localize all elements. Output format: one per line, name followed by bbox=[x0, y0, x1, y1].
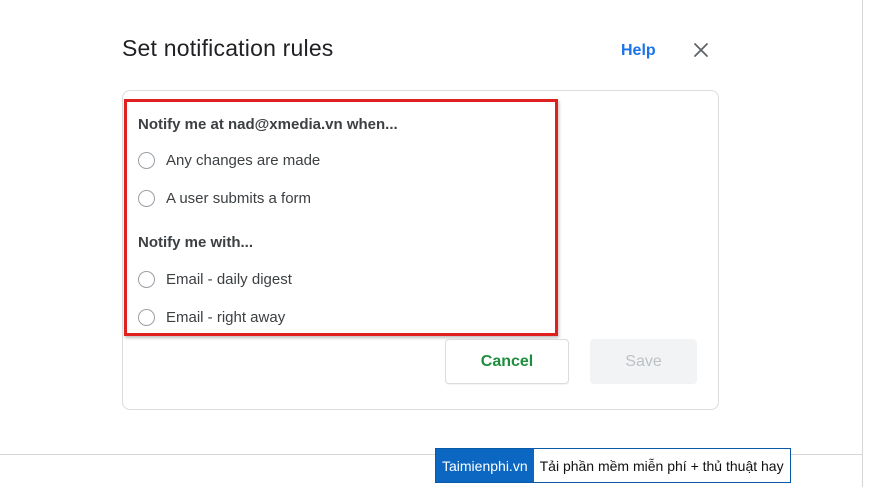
watermark-banner: Taimienphi.vn Tải phần mềm miễn phí + th… bbox=[435, 448, 791, 483]
option-form-submit[interactable]: A user submits a form bbox=[138, 187, 311, 209]
notification-rules-dialog: Set notification rules Help Notify me at… bbox=[0, 0, 870, 487]
option-any-changes[interactable]: Any changes are made bbox=[138, 149, 320, 171]
help-link[interactable]: Help bbox=[621, 42, 656, 60]
option-daily-digest-label: Email - daily digest bbox=[166, 270, 292, 288]
method-heading: Notify me with... bbox=[138, 234, 254, 251]
watermark-brand: Taimienphi.vn bbox=[436, 449, 534, 482]
option-form-submit-label: A user submits a form bbox=[166, 189, 312, 207]
dialog-right-border bbox=[862, 0, 863, 487]
dialog-title: Set notification rules bbox=[122, 35, 334, 61]
option-right-away-label: Email - right away bbox=[166, 308, 286, 326]
option-right-away[interactable]: Email - right away bbox=[138, 306, 285, 328]
watermark-tagline: Tải phần mềm miễn phí + thủ thuật hay bbox=[533, 449, 790, 482]
close-icon[interactable] bbox=[688, 37, 714, 63]
save-button[interactable]: Save bbox=[590, 339, 697, 384]
cancel-button[interactable]: Cancel bbox=[445, 339, 569, 384]
option-any-changes-label: Any changes are made bbox=[166, 151, 321, 169]
radio-daily-digest[interactable] bbox=[138, 270, 155, 288]
option-daily-digest[interactable]: Email - daily digest bbox=[138, 268, 292, 290]
radio-any-changes[interactable] bbox=[138, 151, 155, 169]
trigger-heading: Notify me at nad@xmedia.vn when... bbox=[138, 116, 398, 133]
radio-right-away[interactable] bbox=[138, 308, 155, 326]
radio-form-submit[interactable] bbox=[138, 189, 155, 207]
